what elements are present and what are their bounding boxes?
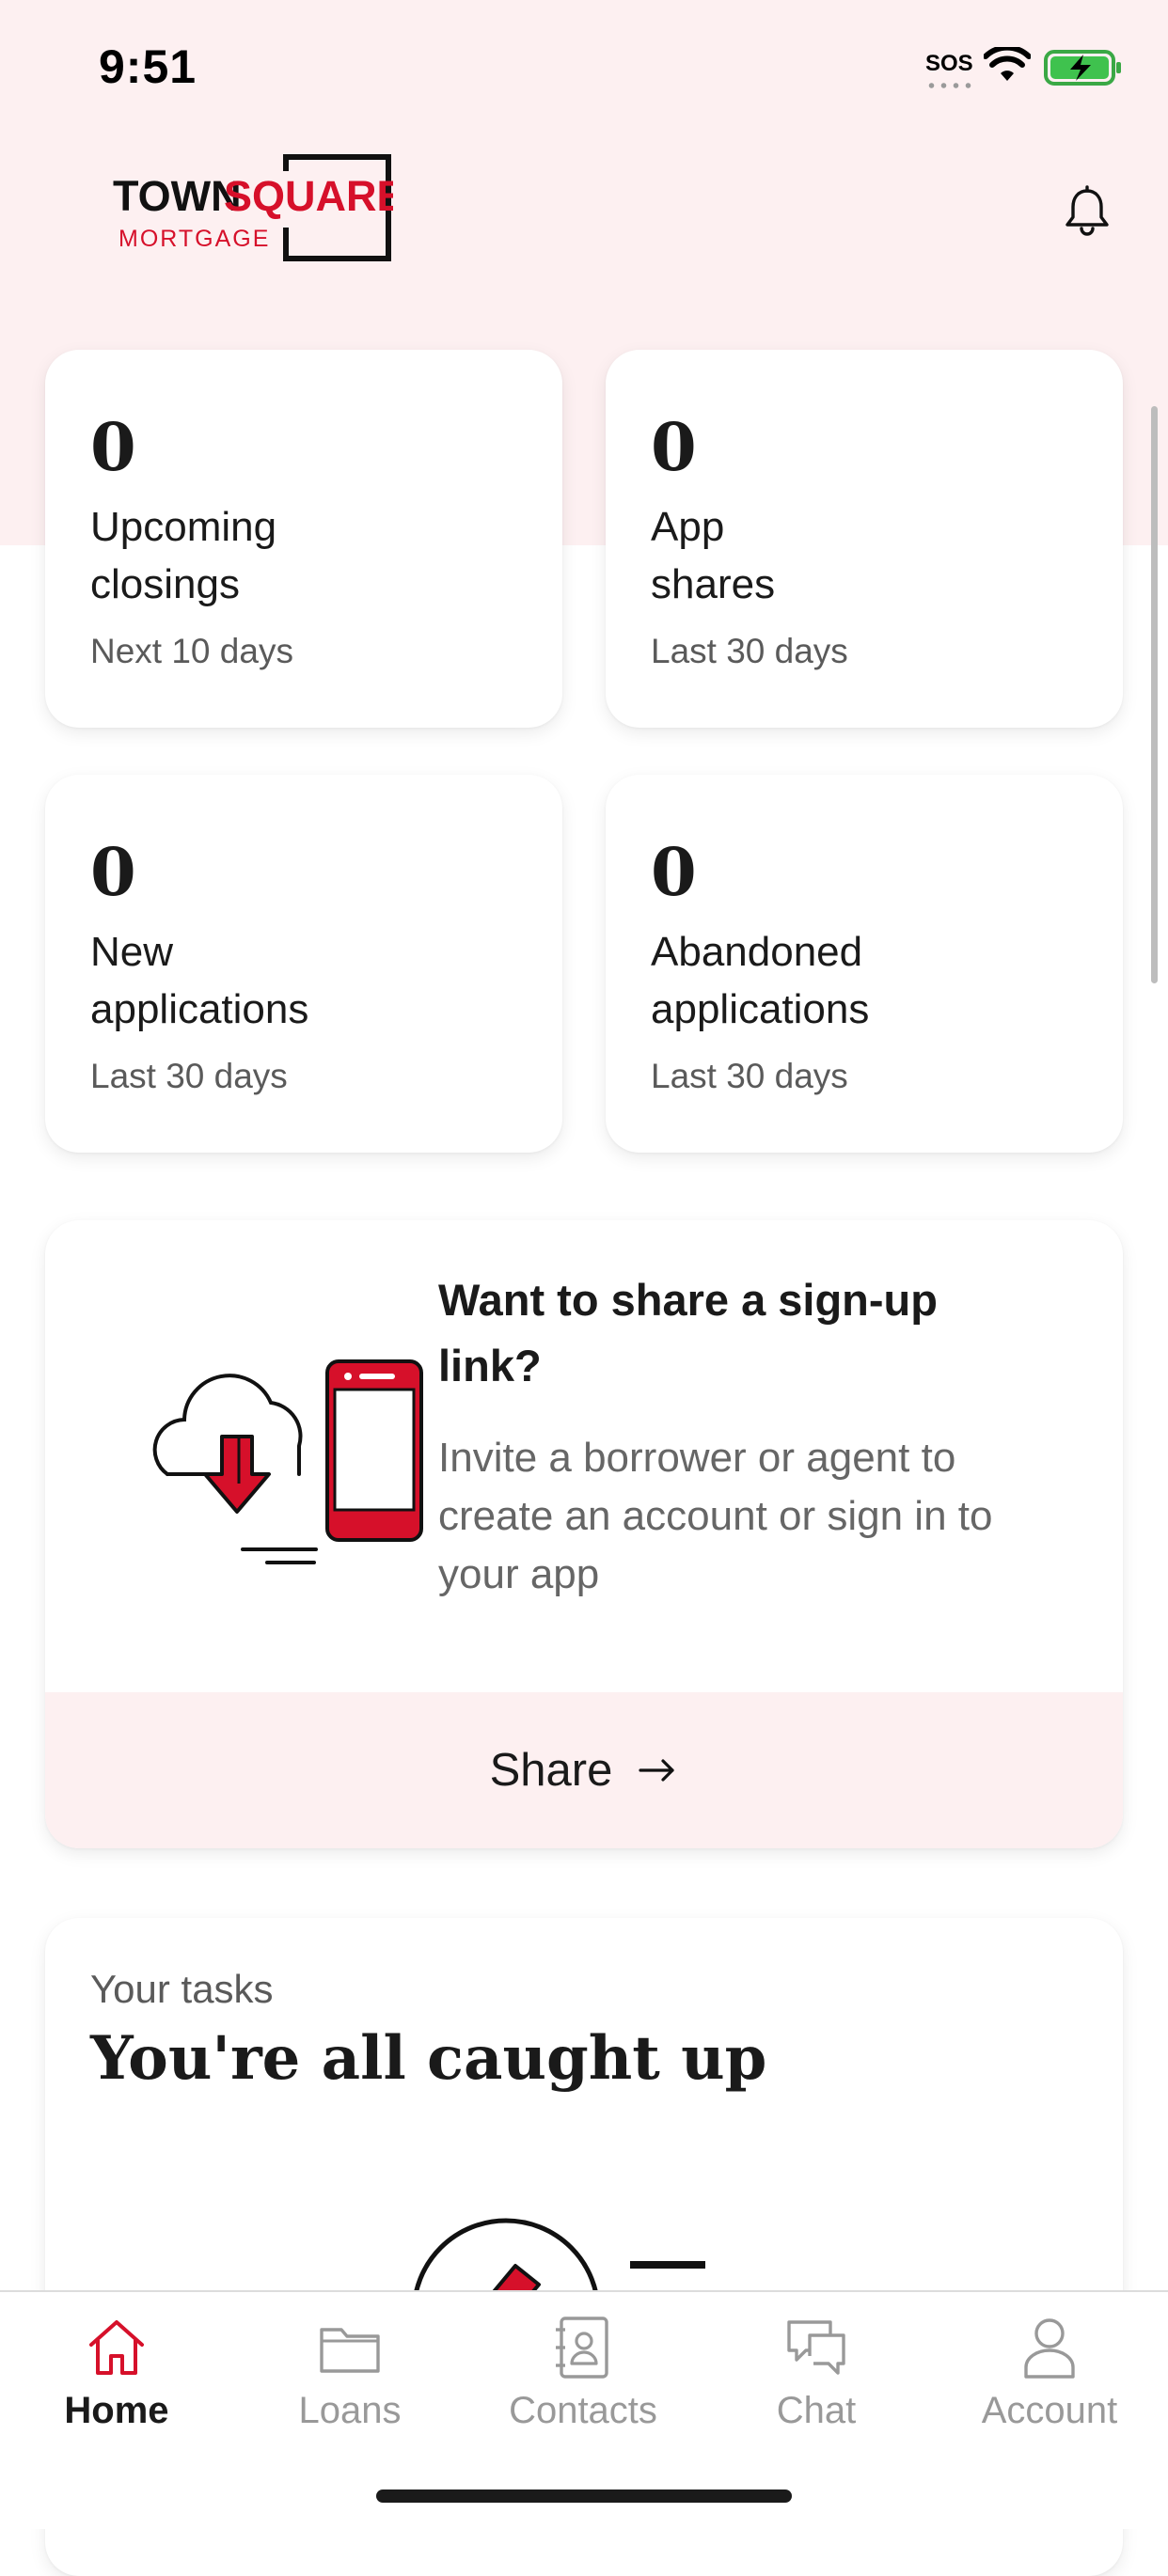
share-button-label: Share	[489, 1745, 613, 1796]
stat-card-abandoned-applications[interactable]: 0 Abandoned applications Last 30 days	[606, 775, 1123, 1153]
tab-account[interactable]: Account	[933, 2292, 1166, 2461]
stat-label: New applications	[90, 929, 309, 1032]
share-card-description: Invite a borrower or agent to create an …	[438, 1435, 993, 1597]
home-indicator	[376, 2490, 792, 2503]
home-icon	[89, 2320, 144, 2375]
stat-label: Abandoned applications	[651, 929, 870, 1032]
logo-text-mortgage: MORTGAGE	[118, 226, 270, 252]
share-button[interactable]: Share	[45, 1692, 1123, 1848]
stat-label: App shares	[651, 504, 776, 607]
share-action-bar: Share	[45, 1692, 1123, 1848]
contacts-icon	[556, 2317, 608, 2379]
stat-label: Upcoming closings	[90, 504, 277, 607]
tab-chat[interactable]: Chat	[700, 2292, 933, 2461]
folder-icon	[320, 2328, 380, 2373]
tab-label: Home	[64, 2390, 169, 2431]
tab-label: Contacts	[509, 2390, 657, 2431]
tab-contacts[interactable]: Contacts	[466, 2292, 700, 2461]
stat-value: 0	[90, 408, 136, 486]
logo-text-town: TOWN	[113, 172, 242, 220]
chat-icon	[787, 2320, 845, 2375]
share-card-title: Want to share a sign-up link?	[438, 1275, 938, 1390]
tab-label: Account	[981, 2390, 1118, 2431]
stat-value: 0	[90, 833, 136, 911]
stat-period: Last 30 days	[90, 1057, 288, 1095]
battery-charging-icon	[1044, 50, 1121, 86]
scrollbar[interactable]	[1151, 406, 1158, 983]
tab-home[interactable]: Home	[0, 2292, 233, 2461]
tasks-subtitle: Your tasks	[90, 1967, 274, 2011]
stat-card-upcoming-closings[interactable]: 0 Upcoming closings Next 10 days	[45, 350, 562, 728]
status-time: 9:51	[99, 40, 197, 93]
tab-label: Loans	[298, 2390, 402, 2431]
stat-period: Next 10 days	[90, 632, 293, 670]
person-icon	[1024, 2318, 1075, 2379]
tab-label: Chat	[776, 2390, 857, 2431]
stat-card-new-applications[interactable]: 0 New applications Last 30 days	[45, 775, 562, 1153]
stat-period: Last 30 days	[651, 1057, 848, 1095]
townsquare-logo: TOWN SQUARE MORTGAGE	[113, 154, 393, 261]
stat-value: 0	[651, 833, 697, 911]
status-bar: 9:51 SOS	[0, 0, 1168, 141]
cellular-dots-icon	[925, 83, 974, 88]
logo-text-square: SQUARE	[224, 172, 393, 220]
tasks-title: You're all caught up	[90, 2023, 767, 2094]
wifi-icon	[984, 47, 1031, 81]
sos-indicator: SOS	[925, 51, 973, 76]
stat-card-app-shares[interactable]: 0 App shares Last 30 days	[606, 350, 1123, 728]
stat-period: Last 30 days	[651, 632, 848, 670]
share-signup-card: Want to share a sign-up link? Invite a b…	[45, 1220, 1123, 1848]
bell-icon[interactable]	[1061, 185, 1113, 238]
tab-loans[interactable]: Loans	[233, 2292, 466, 2461]
stat-value: 0	[651, 408, 697, 486]
cloud-download-phone-icon	[152, 1359, 423, 1564]
arrow-right-icon	[639, 1759, 674, 1782]
